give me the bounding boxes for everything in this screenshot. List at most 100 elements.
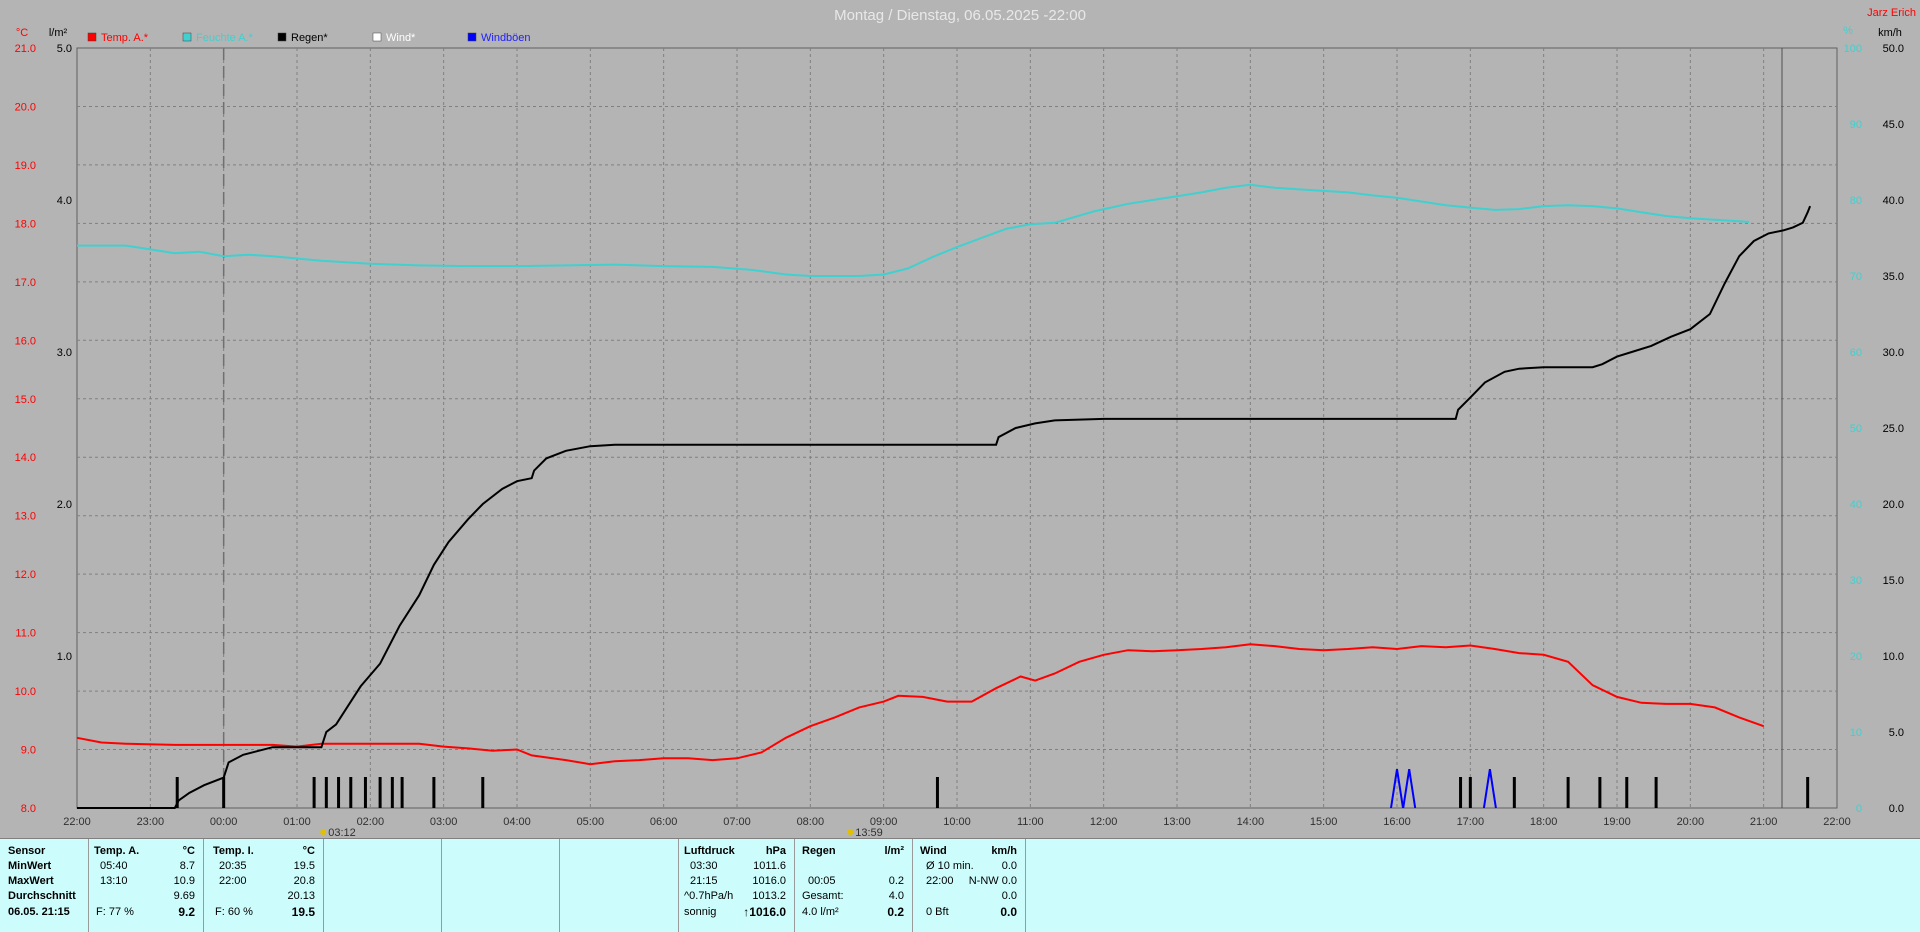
temp-tick-label: 9.0 <box>21 745 36 757</box>
legend-label: Regen* <box>291 32 328 44</box>
series-line-temp <box>76 643 1765 766</box>
temp-tick-label: 21.0 <box>15 43 36 55</box>
regen-today: 4.0 l/m² <box>802 906 839 918</box>
temp-a-max: 10.9 <box>173 875 195 887</box>
temp-i-unit: °C <box>302 845 315 857</box>
temp-i-max: 20.8 <box>293 875 315 887</box>
x-tick-label: 00:00 <box>210 816 238 828</box>
wind-current: 0.0 <box>1000 905 1017 919</box>
legend-label: Temp. A.* <box>101 32 149 44</box>
temp-i-label: Temp. I. <box>213 845 254 857</box>
legend-label: Feuchte A.* <box>196 32 254 44</box>
regen-time: 00:05 <box>808 875 836 887</box>
temp-a-min-time: 05:40 <box>100 860 128 872</box>
wind-tick-label: 40.0 <box>1883 195 1904 207</box>
weather-chart: 22:00 23:00 00:00 01:00 02:00 03:00 04:00 05:00… <box>15 7 1916 838</box>
wind-tick-label: 25.0 <box>1883 423 1904 435</box>
temp-i-humidity: F: 60 % <box>215 906 253 918</box>
humidity-tick-label: 10 <box>1850 727 1862 739</box>
panel-empty-3 <box>559 839 679 932</box>
wind-label: Wind <box>920 845 947 857</box>
regen-value: 0.2 <box>888 875 904 887</box>
temp-tick-label: 18.0 <box>15 218 36 230</box>
temp-tick-label: 17.0 <box>15 277 36 289</box>
panel-luftdruck: Luftdruck hPa 03:30 1011.6 21:15 1016.0 ^0.… <box>678 839 795 932</box>
panel-empty-2 <box>441 839 560 932</box>
x-tick-label: 21:00 <box>1750 816 1778 828</box>
x-tick-label: 16:00 <box>1383 816 1411 828</box>
temp-tick-label: 16.0 <box>15 335 36 347</box>
humidity-tick-label: 90 <box>1850 119 1862 131</box>
sun-icon <box>320 829 327 835</box>
luftdruck-max: 1016.0 <box>752 875 786 887</box>
temp-tick-label: 8.0 <box>21 803 36 815</box>
x-tick-label: 23:00 <box>137 816 165 828</box>
panel-temp-i: Temp. I. °C 20:35 19.5 22:00 20.8 20.13 F: … <box>203 839 324 932</box>
rain-tick-label: 1.0 <box>57 651 72 663</box>
luftdruck-label: Luftdruck <box>684 845 735 857</box>
wind-avg10-label: Ø 10 min. <box>926 860 974 872</box>
sun-icon <box>847 829 854 835</box>
luftdruck-min: 1011.6 <box>753 860 786 872</box>
regen-current: 0.2 <box>887 905 904 919</box>
temp-a-unit: °C <box>182 845 195 857</box>
luftdruck-min-time: 03:30 <box>690 860 718 872</box>
temp-i-min: 19.5 <box>293 860 315 872</box>
wind-direction: N-NW 0.0 <box>968 875 1017 887</box>
wind-tick-label: 10.0 <box>1883 651 1904 663</box>
humidity-tick-label: 20 <box>1850 651 1862 663</box>
temp-tick-label: 19.0 <box>15 160 36 172</box>
wind-tick-label: 0.0 <box>1889 803 1904 815</box>
x-tick-label: 08:00 <box>797 816 825 828</box>
regen-label: Regen <box>802 845 836 857</box>
x-tick-label: 15:00 <box>1310 816 1338 828</box>
wind-unit: km/h <box>991 845 1017 857</box>
x-tick-label: 19:00 <box>1603 816 1631 828</box>
regen-total: 4.0 <box>888 890 904 902</box>
chart-title: Montag / Dienstag, 06.05.2025 -22:00 <box>834 7 1086 24</box>
wind-tick-label: 35.0 <box>1883 271 1904 283</box>
temp-tick-label: 12.0 <box>15 569 36 581</box>
x-tick-label: 02:00 <box>357 816 385 828</box>
station-name: Jarz Erich <box>1867 7 1916 19</box>
luftdruck-avg: 1013.2 <box>752 890 786 902</box>
sun-marker-label: 03:12 <box>328 827 356 838</box>
wind-tick-label: 5.0 <box>1889 727 1904 739</box>
temp-i-min-time: 20:35 <box>219 860 247 872</box>
wind-tick-label: 50.0 <box>1883 43 1904 55</box>
humidity-tick-label: 0 <box>1856 803 1862 815</box>
x-tick-label: 13:00 <box>1163 816 1191 828</box>
x-tick-label: 12:00 <box>1090 816 1118 828</box>
x-tick-label: 01:00 <box>283 816 311 828</box>
temp-a-humidity: F: 77 % <box>96 906 134 918</box>
minwert-label: MinWert <box>8 860 52 872</box>
wind-tick-label: 20.0 <box>1883 499 1904 511</box>
x-tick-label: 06:00 <box>650 816 678 828</box>
wind-bft: 0 Bft <box>926 906 949 918</box>
x-tick-label: 07:00 <box>723 816 751 828</box>
x-tick-label: 22:00 <box>63 816 91 828</box>
rain-tick-label: 5.0 <box>57 43 72 55</box>
legend-swatch <box>87 32 97 42</box>
panel-empty-1 <box>323 839 442 932</box>
temp-tick-label: 11.0 <box>15 628 36 640</box>
regen-unit: l/m² <box>884 845 904 857</box>
x-tick-label: 22:00 <box>1823 816 1851 828</box>
humidity-unit-label: % <box>1843 25 1853 37</box>
humidity-tick-label: 70 <box>1850 271 1862 283</box>
wind-value: 0.0 <box>1001 890 1017 902</box>
temp-tick-label: 10.0 <box>15 686 36 698</box>
legend-swatch <box>372 32 382 42</box>
panel-regen: Regen l/m² 00:05 0.2 Gesamt: 4.0 4.0 l/m² 0.… <box>794 839 913 932</box>
x-tick-label: 17:00 <box>1457 816 1485 828</box>
legend-swatch <box>467 32 477 42</box>
humidity-tick-label: 40 <box>1850 499 1862 511</box>
rain-unit-label: l/m² <box>49 27 68 39</box>
wind-unit-label: km/h <box>1878 27 1902 39</box>
panel-sensor: Sensor MinWert MaxWert Durchschnitt 06.0… <box>0 839 89 932</box>
x-tick-label: 11:00 <box>1017 816 1044 828</box>
weather-state: sonnig <box>684 906 717 918</box>
x-tick-label: 05:00 <box>577 816 605 828</box>
info-panel: Sensor MinWert MaxWert Durchschnitt 06.0… <box>0 838 1920 932</box>
wind-tick-label: 15.0 <box>1883 575 1904 587</box>
